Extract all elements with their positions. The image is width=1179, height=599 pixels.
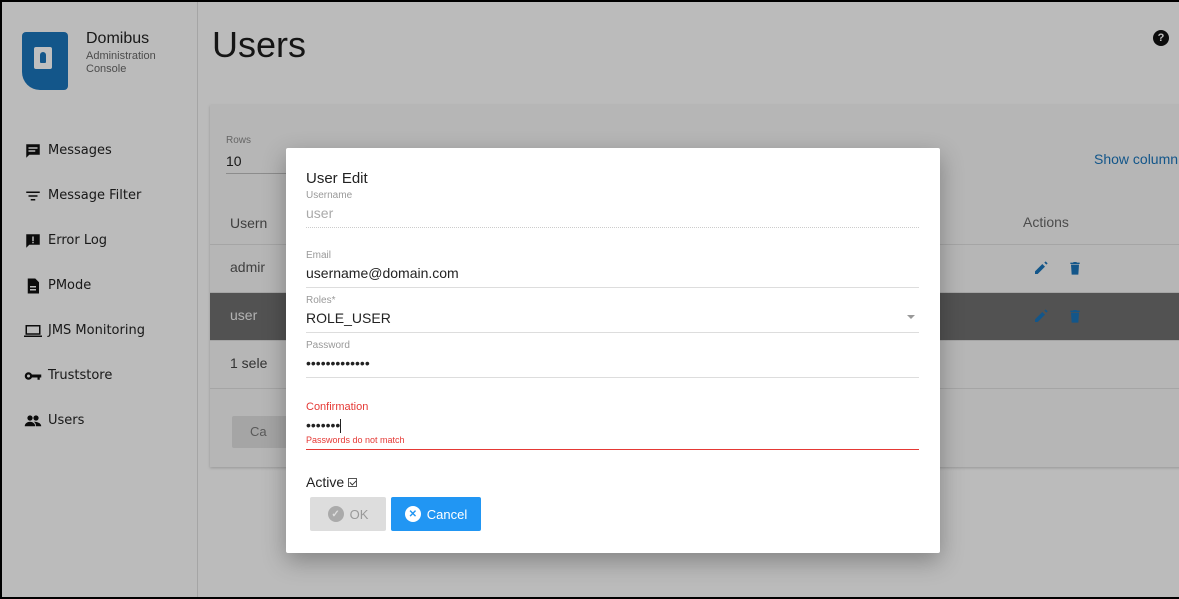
confirmation-label: Confirmation bbox=[306, 401, 369, 413]
email-label: Email bbox=[306, 250, 332, 261]
dialog-cancel-button[interactable]: ✕ Cancel bbox=[391, 497, 481, 531]
username-label: Username bbox=[306, 190, 353, 201]
ok-button[interactable]: ✓ OK bbox=[310, 497, 386, 531]
user-edit-dialog: User Edit Username user Email username@d… bbox=[286, 148, 940, 553]
username-field: Username user bbox=[306, 190, 919, 228]
roles-select[interactable]: Roles* ROLE_USER bbox=[306, 295, 919, 333]
close-circle-icon: ✕ bbox=[404, 506, 421, 522]
roles-label: Roles* bbox=[306, 295, 336, 306]
cancel-button-label: Cancel bbox=[426, 506, 468, 522]
password-label: Password bbox=[306, 340, 350, 351]
check-circle-icon: ✓ bbox=[327, 506, 344, 522]
confirmation-field[interactable]: Confirmation ••••••• Passwords do not ma… bbox=[306, 401, 919, 451]
active-checkbox[interactable] bbox=[348, 477, 358, 487]
roles-value[interactable]: ROLE_USER bbox=[306, 310, 919, 332]
password-field[interactable]: Password ••••••••••••• bbox=[306, 340, 919, 378]
password-input[interactable]: ••••••••••••• bbox=[306, 355, 919, 377]
confirmation-input[interactable]: ••••••• bbox=[306, 417, 919, 435]
email-field[interactable]: Email username@domain.com bbox=[306, 250, 919, 288]
chevron-down-icon[interactable] bbox=[907, 315, 915, 319]
active-label: Active bbox=[306, 474, 345, 490]
ok-button-label: OK bbox=[349, 506, 369, 522]
username-value: user bbox=[306, 205, 334, 221]
app-window: Domibus Administration Console Messages … bbox=[0, 0, 1179, 599]
email-input[interactable]: username@domain.com bbox=[306, 265, 919, 287]
active-toggle[interactable]: Active bbox=[306, 474, 358, 490]
dialog-title: User Edit bbox=[306, 170, 368, 187]
confirmation-error: Passwords do not match bbox=[306, 435, 405, 446]
